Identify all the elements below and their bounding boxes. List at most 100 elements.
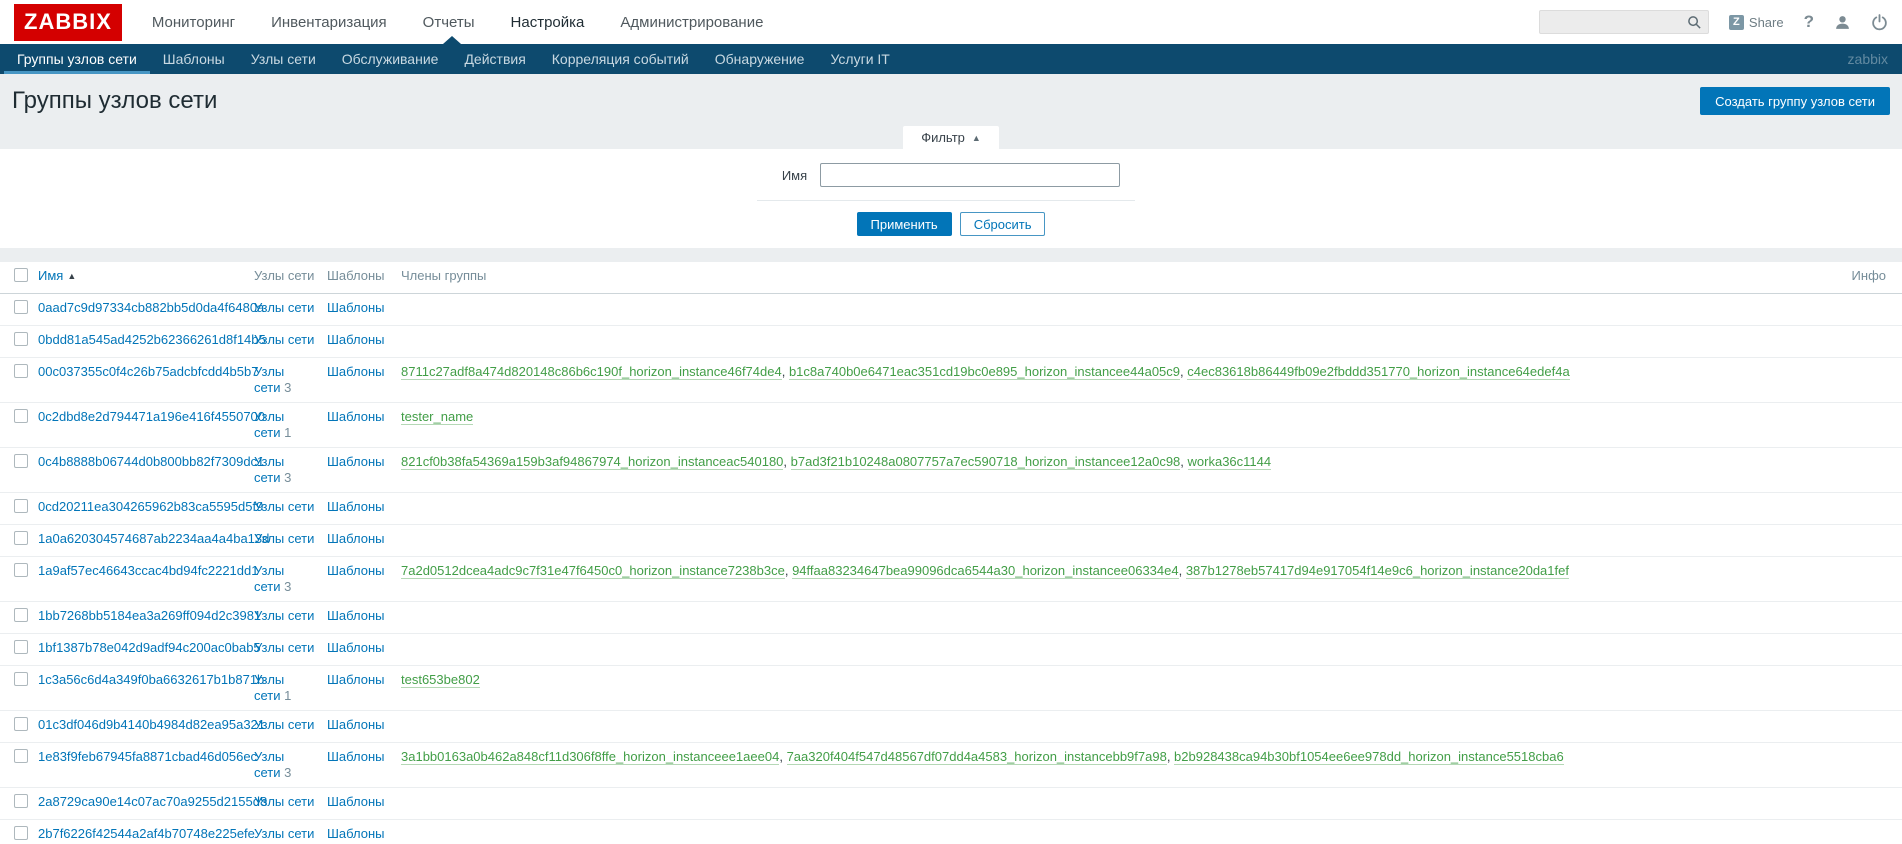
row-checkbox[interactable]: [14, 364, 28, 378]
filter-name-input[interactable]: [820, 163, 1120, 187]
zabbix-logo[interactable]: ZABBIX: [14, 4, 122, 41]
group-name-link[interactable]: 0cd20211ea304265962b83ca5595d5f9: [38, 499, 263, 514]
main-menu-item[interactable]: Инвентаризация: [271, 14, 387, 31]
member-host-link[interactable]: b1c8a740b0e6471eac351cd19bc0e895_horizon…: [789, 364, 1180, 380]
member-host-link[interactable]: 8711c27adf8a474d820148c86b6c190f_horizon…: [401, 364, 782, 380]
subnav-item[interactable]: Шаблоны: [150, 44, 238, 74]
hosts-link[interactable]: Узлы сети: [254, 794, 314, 809]
main-menu-item[interactable]: Мониторинг: [152, 14, 235, 31]
member-host-link[interactable]: 821cf0b38fa54369a159b3af94867974_horizon…: [401, 454, 783, 470]
row-checkbox[interactable]: [14, 499, 28, 513]
group-name-link[interactable]: 0aad7c9d97334cb882bb5d0da4f6480a: [38, 300, 264, 315]
subnav-item[interactable]: Обнаружение: [702, 44, 818, 74]
member-host-link[interactable]: test653be802: [401, 672, 480, 688]
hosts-link[interactable]: Узлы сети: [254, 531, 314, 546]
group-name-link[interactable]: 1bf1387b78e042d9adf94c200ac0bab5: [38, 640, 261, 655]
row-checkbox[interactable]: [14, 640, 28, 654]
templates-link[interactable]: Шаблоны: [327, 672, 385, 687]
member-host-link[interactable]: 94ffaa83234647bea99096dca6544a30_horizon…: [792, 563, 1179, 579]
row-checkbox[interactable]: [14, 332, 28, 346]
hosts-link[interactable]: Узлы сети: [254, 608, 314, 623]
templates-link[interactable]: Шаблоны: [327, 531, 385, 546]
member-host-link[interactable]: 3a1bb0163a0b462a848cf11d306f8ffe_horizon…: [401, 749, 779, 765]
user-profile-icon[interactable]: [1834, 14, 1851, 31]
row-checkbox[interactable]: [14, 563, 28, 577]
templates-link[interactable]: Шаблоны: [327, 563, 385, 578]
group-name-link[interactable]: 0c4b8888b06744d0b800bb82f7309dc1: [38, 454, 264, 469]
subnav-item[interactable]: Обслуживание: [329, 44, 452, 74]
share-button[interactable]: Z Share: [1729, 15, 1784, 30]
search-input[interactable]: [1546, 15, 1687, 30]
filter-tab[interactable]: Фильтр ▲: [903, 126, 999, 149]
templates-link[interactable]: Шаблоны: [327, 640, 385, 655]
group-name-link[interactable]: 1a0a620304574687ab2234aa4a4ba13d: [38, 531, 269, 546]
group-name-link[interactable]: 1a9af57ec46643ccac4bd94fc2221dd1: [38, 563, 258, 578]
member-host-link[interactable]: worka36c1144: [1188, 454, 1272, 470]
logout-power-icon[interactable]: [1871, 14, 1888, 31]
hosts-link[interactable]: Узлы сети: [254, 332, 314, 347]
apply-button[interactable]: Применить: [857, 212, 952, 236]
member-host-link[interactable]: c4ec83618b86449fb09e2fbddd351770_horizon…: [1187, 364, 1569, 380]
row-checkbox[interactable]: [14, 454, 28, 468]
templates-link[interactable]: Шаблоны: [327, 332, 385, 347]
row-checkbox[interactable]: [14, 409, 28, 423]
members-column-header: Члены группы: [401, 262, 1842, 294]
table-row: 0aad7c9d97334cb882bb5d0da4f6480aУзлы сет…: [0, 294, 1902, 326]
member-host-link[interactable]: 387b1278eb57417d94e917054f14e9c6_horizon…: [1186, 563, 1569, 579]
subnav-item[interactable]: Узлы сети: [238, 44, 329, 74]
reset-button[interactable]: Сбросить: [960, 212, 1046, 236]
hosts-link[interactable]: Узлы сети: [254, 499, 314, 514]
group-name-link[interactable]: 0bdd81a545ad4252b62366261d8f14b5: [38, 332, 266, 347]
filter-panel: Имя Применить Сбросить: [0, 149, 1902, 248]
row-checkbox[interactable]: [14, 826, 28, 840]
select-all-checkbox[interactable]: [14, 268, 28, 282]
sort-by-name-link[interactable]: Имя: [38, 268, 63, 283]
group-name-link[interactable]: 01c3df046d9b4140b4984d82ea95a321: [38, 717, 265, 732]
row-checkbox[interactable]: [14, 531, 28, 545]
main-menu-item[interactable]: Администрирование: [620, 14, 763, 31]
templates-link[interactable]: Шаблоны: [327, 794, 385, 809]
member-host-link[interactable]: 7a2d0512dcea4adc9c7f31e47f6450c0_horizon…: [401, 563, 785, 579]
main-menu-item[interactable]: Настройка: [511, 14, 585, 31]
templates-link[interactable]: Шаблоны: [327, 300, 385, 315]
hosts-link[interactable]: Узлы сети: [254, 300, 314, 315]
templates-link[interactable]: Шаблоны: [327, 826, 385, 841]
row-checkbox[interactable]: [14, 608, 28, 622]
group-name-link[interactable]: 1c3a56c6d4a349f0ba6632617b1b871b: [38, 672, 264, 687]
row-checkbox[interactable]: [14, 672, 28, 686]
member-host-link[interactable]: tester_name: [401, 409, 473, 425]
templates-link[interactable]: Шаблоны: [327, 608, 385, 623]
templates-link[interactable]: Шаблоны: [327, 717, 385, 732]
hosts-link[interactable]: Узлы сети: [254, 717, 314, 732]
subnav-item[interactable]: Действия: [451, 44, 538, 74]
templates-link[interactable]: Шаблоны: [327, 454, 385, 469]
templates-link[interactable]: Шаблоны: [327, 364, 385, 379]
row-checkbox[interactable]: [14, 717, 28, 731]
global-search[interactable]: [1539, 10, 1709, 34]
search-icon[interactable]: [1687, 15, 1702, 30]
row-checkbox[interactable]: [14, 749, 28, 763]
group-name-link[interactable]: 2b7f6226f42544a2af4b70748e225efe: [38, 826, 255, 841]
table-row: 2b7f6226f42544a2af4b70748e225efeУзлы сет…: [0, 820, 1902, 844]
hosts-link[interactable]: Узлы сети: [254, 640, 314, 655]
subnav-item[interactable]: Группы узлов сети: [4, 44, 150, 74]
row-checkbox[interactable]: [14, 300, 28, 314]
group-name-link[interactable]: 2a8729ca90e14c07ac70a9255d2155d8: [38, 794, 267, 809]
subnav-item[interactable]: Услуги IT: [817, 44, 902, 74]
row-checkbox[interactable]: [14, 794, 28, 808]
member-host-link[interactable]: b7ad3f21b10248a0807757a7ec590718_horizon…: [791, 454, 1181, 470]
group-name-link[interactable]: 00c037355c0f4c26b75adcbfcdd4b5b7: [38, 364, 258, 379]
group-name-link[interactable]: 1bb7268bb5184ea3a269ff094d2c3981: [38, 608, 261, 623]
create-host-group-button[interactable]: Создать группу узлов сети: [1700, 87, 1890, 115]
hosts-link[interactable]: Узлы сети: [254, 826, 314, 841]
help-icon[interactable]: ?: [1804, 12, 1814, 32]
templates-link[interactable]: Шаблоны: [327, 499, 385, 514]
templates-link[interactable]: Шаблоны: [327, 409, 385, 424]
member-host-link[interactable]: b2b928438ca94b30bf1054ee6ee978dd_horizon…: [1174, 749, 1564, 765]
group-name-link[interactable]: 1e83f9feb67945fa8871cbad46d056ec: [38, 749, 257, 764]
subnav-item[interactable]: Корреляция событий: [539, 44, 702, 74]
member-host-link[interactable]: 7aa320f404f547d48567df07dd4a4583_horizon…: [787, 749, 1167, 765]
group-name-link[interactable]: 0c2dbd8e2d794471a196e416f4550700: [38, 409, 265, 424]
main-menu-item[interactable]: Отчеты: [423, 14, 475, 31]
templates-link[interactable]: Шаблоны: [327, 749, 385, 764]
